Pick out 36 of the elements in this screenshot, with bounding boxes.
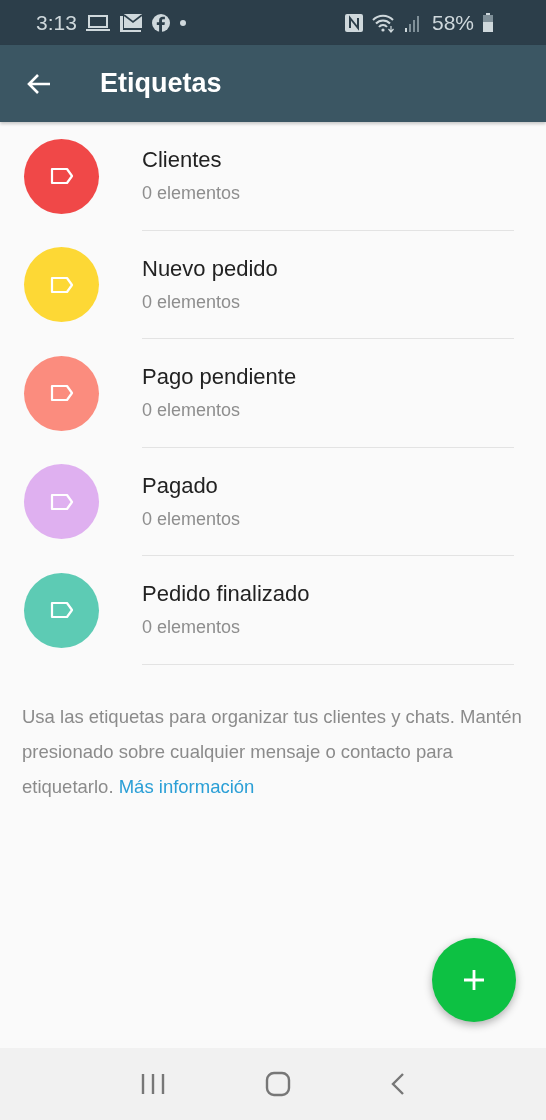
label-item[interactable]: Pedido finalizado 0 elementos [0, 556, 546, 665]
label-item[interactable]: Pagado 0 elementos [0, 447, 546, 556]
battery-icon [482, 12, 494, 33]
label-count: 0 elementos [142, 400, 242, 422]
label-count: 0 elementos [142, 508, 242, 530]
tag-icon [48, 492, 75, 511]
mail-icon [118, 12, 143, 33]
label-count: 0 elementos [142, 617, 242, 639]
status-time: 3:13 [36, 10, 77, 35]
facebook-icon [150, 12, 171, 33]
notification-dot-icon [178, 18, 187, 27]
label-count: 0 elementos [142, 291, 242, 313]
battery-percent: 58% [431, 10, 474, 35]
label-name: Pedido finalizado [142, 581, 311, 608]
nfc-icon [343, 12, 364, 33]
tag-icon [48, 601, 75, 620]
label-name: Clientes [142, 147, 223, 174]
label-name: Pago pendiente [142, 364, 298, 391]
laptop-icon [84, 13, 111, 32]
label-name: Nuevo pedido [142, 255, 279, 282]
tag-icon [48, 275, 75, 294]
tag-icon [48, 167, 75, 186]
info-text: Usa las etiquetas para organizar tus clientes y chats. Mantén presionado sobre cualquier mensaje o contacto para etiquetarlo. Más información [22, 704, 523, 799]
wifi-icon [371, 12, 396, 33]
label-item[interactable]: Clientes 0 elementos [0, 122, 546, 231]
screen-title: Etiquetas [100, 68, 222, 99]
label-name: Pagado [142, 472, 219, 499]
label-item[interactable]: Pago pendiente 0 elementos [0, 339, 546, 448]
home-icon[interactable] [265, 1071, 291, 1097]
add-label-button[interactable] [432, 938, 516, 1022]
plus-icon [462, 968, 486, 992]
tag-icon [48, 384, 75, 403]
back-icon[interactable] [390, 1072, 407, 1096]
label-count: 0 elementos [142, 183, 242, 205]
label-item[interactable]: Nuevo pedido 0 elementos [0, 230, 546, 339]
recent-apps-icon[interactable] [139, 1072, 166, 1096]
